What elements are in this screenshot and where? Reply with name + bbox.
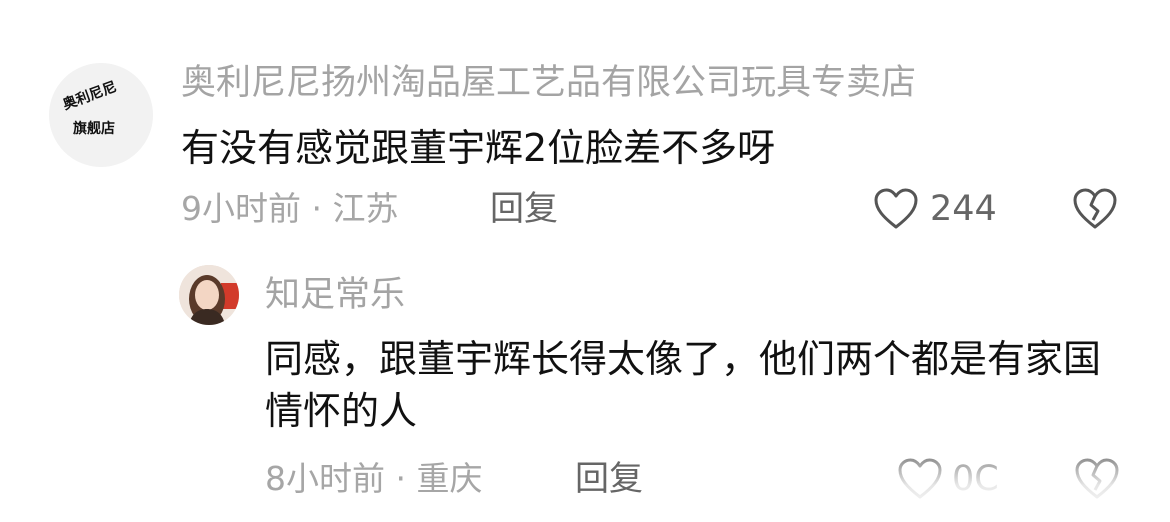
avatar-photo — [179, 265, 239, 325]
logo-text-2: 旗舰店 — [73, 120, 115, 137]
heart-outline-icon — [898, 458, 942, 499]
comment-time-location: 9小时前 · 江苏 — [181, 189, 399, 228]
reply-button[interactable]: 回复 — [490, 187, 558, 231]
dislike-button[interactable] — [1074, 457, 1120, 501]
shop-logo: 奥利尼尼 旗舰店 — [49, 63, 153, 167]
user-avatar[interactable] — [179, 265, 239, 325]
heart-outline-icon — [874, 188, 918, 229]
broken-heart-icon — [1073, 188, 1117, 229]
comment-text: 有没有感觉跟董宇辉2位脸差不多呀 — [181, 126, 776, 170]
comment-username[interactable]: 奥利尼尼扬州淘品屋工艺品有限公司玩具专卖店 — [181, 60, 916, 106]
reply-button[interactable]: 回复 — [575, 457, 643, 501]
reply-text: 同感，跟董宇辉长得太像了，他们两个都是有家国情怀的人 — [265, 337, 1102, 433]
dislike-button[interactable] — [1072, 187, 1118, 231]
like-count: 244 — [930, 189, 997, 229]
like-button[interactable] — [873, 187, 919, 231]
like-count: 0C — [952, 459, 999, 499]
like-button[interactable] — [897, 457, 943, 501]
shop-avatar[interactable]: 奥利尼尼 旗舰店 — [49, 63, 153, 167]
reply-time-location: 8小时前 · 重庆 — [265, 459, 483, 498]
reply-username[interactable]: 知足常乐 — [265, 272, 405, 318]
broken-heart-icon — [1075, 458, 1119, 499]
